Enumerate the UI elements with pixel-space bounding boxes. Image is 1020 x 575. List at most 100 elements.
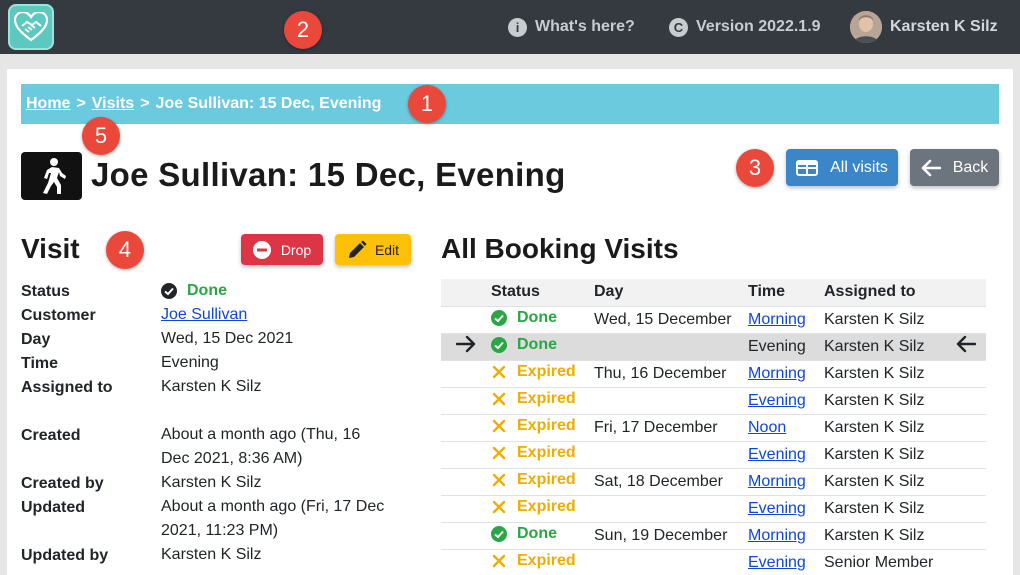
time-link[interactable]: Evening bbox=[748, 554, 806, 571]
user-menu[interactable]: Karsten K Silz bbox=[850, 0, 998, 54]
time-link[interactable]: Morning bbox=[748, 311, 806, 328]
time-link[interactable]: Morning bbox=[748, 527, 806, 544]
check-circle-icon bbox=[161, 283, 177, 299]
table-row[interactable]: Done Wed, 15 December Morning Karsten K Sil… bbox=[441, 306, 986, 334]
row-marker-left bbox=[441, 468, 491, 496]
drop-button[interactable]: Drop bbox=[241, 234, 323, 265]
row-time: Evening bbox=[748, 441, 824, 469]
version-link[interactable]: C Version 2022.1.9 bbox=[669, 0, 821, 54]
row-assigned: Karsten K Silz bbox=[824, 441, 946, 469]
table-header-assigned: Assigned to bbox=[824, 279, 946, 307]
status-label: Status bbox=[21, 283, 70, 300]
row-marker-right bbox=[946, 495, 986, 523]
info-icon: i bbox=[508, 17, 527, 37]
row-day bbox=[594, 549, 748, 575]
breadcrumb-visits-link[interactable]: Visits bbox=[92, 95, 134, 113]
row-marker-right bbox=[946, 306, 986, 334]
row-time: Noon bbox=[748, 414, 824, 442]
time-label: Time bbox=[21, 355, 59, 372]
copyright-icon: C bbox=[669, 17, 688, 37]
table-row[interactable]: Expired Thu, 16 December Morning Karsten K … bbox=[441, 360, 986, 388]
row-assigned: Karsten K Silz bbox=[824, 387, 946, 415]
walking-person-icon bbox=[42, 158, 66, 194]
table-row[interactable]: Expired Evening Senior Member bbox=[441, 549, 986, 575]
row-marker-left bbox=[441, 387, 491, 415]
row-day bbox=[594, 495, 748, 523]
table-row[interactable]: Done Sun, 19 December Morning Karsten K Sil… bbox=[441, 522, 986, 550]
time-link[interactable]: Morning bbox=[748, 365, 806, 382]
row-marker-right bbox=[946, 414, 986, 442]
customer-label: Customer bbox=[21, 307, 96, 324]
table-header-row: Status Day Time Assigned to bbox=[441, 279, 986, 307]
top-navbar: i What's here? C Version 2022.1.9 Karste… bbox=[0, 0, 1020, 54]
row-assigned: Karsten K Silz bbox=[824, 495, 946, 523]
x-mark-icon bbox=[492, 500, 506, 514]
day-label: Day bbox=[21, 331, 51, 348]
edit-label: Edit bbox=[374, 241, 400, 258]
time-link[interactable]: Evening bbox=[748, 446, 806, 463]
whats-here-label: What's here? bbox=[535, 18, 635, 35]
x-mark-icon bbox=[492, 392, 506, 406]
created-by-value: Karsten K Silz bbox=[161, 474, 262, 491]
x-mark-icon bbox=[492, 473, 506, 487]
table-row[interactable]: Expired Sat, 18 December Morning Karsten K … bbox=[441, 468, 986, 496]
updated-by-value: Karsten K Silz bbox=[161, 546, 262, 563]
user-name: Karsten K Silz bbox=[890, 18, 998, 35]
all-visits-button[interactable]: All visits bbox=[786, 149, 898, 186]
back-button[interactable]: Back bbox=[910, 149, 999, 186]
callout-marker: 3 bbox=[736, 149, 774, 187]
avatar bbox=[850, 11, 882, 43]
edit-button[interactable]: Edit bbox=[335, 234, 411, 265]
table-row[interactable]: Expired Fri, 17 December Noon Karsten K Sil… bbox=[441, 414, 986, 442]
breadcrumb-separator: > bbox=[76, 95, 86, 112]
row-time: Morning bbox=[748, 306, 824, 334]
table-row[interactable]: Done Evening Karsten K Silz bbox=[441, 333, 986, 361]
status-text: Expired bbox=[517, 417, 576, 434]
check-circle-icon bbox=[491, 309, 507, 326]
row-day: Sun, 19 December bbox=[594, 522, 748, 550]
breadcrumb-home-link[interactable]: Home bbox=[26, 95, 70, 113]
callout-marker: 1 bbox=[408, 85, 446, 123]
table-row[interactable]: Expired Evening Karsten K Silz bbox=[441, 387, 986, 415]
created-by-label: Created by bbox=[21, 475, 104, 492]
time-link[interactable]: Noon bbox=[748, 419, 786, 436]
row-time: Morning bbox=[748, 360, 824, 388]
row-marker-right bbox=[946, 468, 986, 496]
x-mark-icon bbox=[492, 446, 506, 460]
callout-marker: 4 bbox=[106, 231, 144, 269]
time-link[interactable]: Morning bbox=[748, 473, 806, 490]
x-mark-icon bbox=[492, 419, 506, 433]
status-text: Done bbox=[517, 308, 557, 326]
time-link[interactable]: Evening bbox=[748, 500, 806, 517]
version-label: Version 2022.1.9 bbox=[696, 18, 821, 35]
arrow-right-icon bbox=[455, 335, 476, 353]
row-marker-left bbox=[441, 522, 491, 550]
row-marker-left bbox=[441, 306, 491, 334]
callout-marker: 2 bbox=[284, 11, 322, 49]
whats-here-link[interactable]: i What's here? bbox=[508, 0, 635, 54]
arrow-left-icon bbox=[956, 335, 977, 353]
back-label: Back bbox=[952, 158, 989, 176]
row-marker-right bbox=[946, 387, 986, 415]
row-status: Expired bbox=[491, 441, 594, 469]
table-header-arrow bbox=[441, 279, 491, 307]
table-header-status: Status bbox=[491, 279, 594, 307]
booking-visits-heading: All Booking Visits bbox=[441, 233, 679, 264]
row-time: Morning bbox=[748, 522, 824, 550]
app-logo[interactable] bbox=[8, 4, 54, 50]
time-link[interactable]: Evening bbox=[748, 392, 806, 409]
row-marker-right bbox=[946, 360, 986, 388]
table-row[interactable]: Expired Evening Karsten K Silz bbox=[441, 495, 986, 523]
row-day bbox=[594, 333, 748, 361]
table-row[interactable]: Expired Evening Karsten K Silz bbox=[441, 441, 986, 469]
row-status: Expired bbox=[491, 360, 594, 388]
assigned-value: Karsten K Silz bbox=[161, 378, 262, 395]
row-status: Done bbox=[491, 333, 594, 361]
customer-link[interactable]: Joe Sullivan bbox=[161, 306, 247, 323]
heart-handshake-icon bbox=[14, 12, 48, 42]
row-marker-right bbox=[946, 441, 986, 469]
breadcrumb-current: Joe Sullivan: 15 Dec, Evening bbox=[155, 95, 382, 112]
status-text: Done bbox=[517, 524, 557, 542]
row-day bbox=[594, 387, 748, 415]
row-status: Expired bbox=[491, 468, 594, 496]
